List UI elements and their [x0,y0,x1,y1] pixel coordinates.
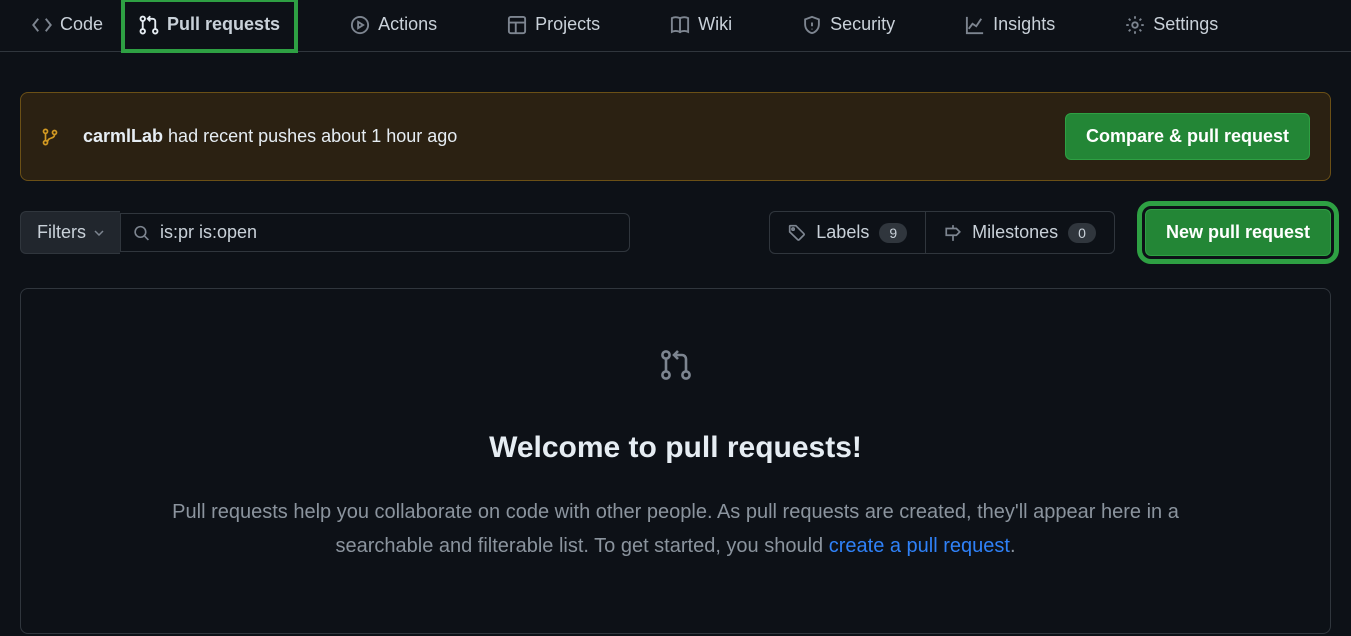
graph-icon [965,15,985,35]
new-pull-request-button[interactable]: New pull request [1145,209,1331,256]
tab-label: Code [60,14,103,35]
milestones-button[interactable]: Milestones 0 [925,212,1114,253]
table-icon [507,15,527,35]
search-input[interactable] [160,222,617,243]
tab-label: Actions [378,14,437,35]
tab-label: Pull requests [167,14,280,35]
tab-projects[interactable]: Projects [491,0,616,51]
labels-label: Labels [816,222,869,243]
alert-text: carmlLab had recent pushes about 1 hour … [83,126,457,147]
recent-push-alert: carmlLab had recent pushes about 1 hour … [20,92,1331,181]
filters-button[interactable]: Filters [20,211,120,254]
tab-insights[interactable]: Insights [949,0,1071,51]
labels-milestones-group: Labels 9 Milestones 0 [769,211,1115,254]
pr-toolbar: Filters Labels 9 Milestones 0 New pull r… [20,209,1331,256]
tab-actions[interactable]: Actions [334,0,453,51]
tab-label: Insights [993,14,1055,35]
milestone-icon [944,224,962,242]
labels-count: 9 [879,223,907,243]
tab-label: Wiki [698,14,732,35]
book-icon [670,15,690,35]
labels-button[interactable]: Labels 9 [770,212,925,253]
empty-title: Welcome to pull requests! [61,431,1290,465]
pull-request-icon [660,349,692,381]
tab-wiki[interactable]: Wiki [654,0,748,51]
empty-description: Pull requests help you collaborate on co… [166,495,1186,563]
code-icon [32,15,52,35]
tag-icon [788,224,806,242]
play-icon [350,15,370,35]
tab-security[interactable]: Security [786,0,911,51]
tab-label: Projects [535,14,600,35]
git-branch-icon [41,128,59,146]
gear-icon [1125,15,1145,35]
search-box[interactable] [120,213,630,252]
caret-down-icon [94,230,104,236]
tab-code[interactable]: Code [16,0,119,51]
pull-request-icon [139,15,159,35]
tab-pull-requests[interactable]: Pull requests [123,0,296,51]
compare-pull-request-button[interactable]: Compare & pull request [1065,113,1310,160]
search-icon [133,224,150,242]
branch-name: carmlLab [83,126,163,146]
tab-settings[interactable]: Settings [1109,0,1234,51]
create-pull-request-link[interactable]: create a pull request [829,535,1010,557]
milestones-label: Milestones [972,222,1058,243]
repo-nav: Code Pull requests Actions Projects Wiki… [0,0,1351,52]
tab-label: Settings [1153,14,1218,35]
milestones-count: 0 [1068,223,1096,243]
empty-state: Welcome to pull requests! Pull requests … [20,288,1331,634]
filters-label: Filters [37,222,86,243]
shield-icon [802,15,822,35]
tab-label: Security [830,14,895,35]
